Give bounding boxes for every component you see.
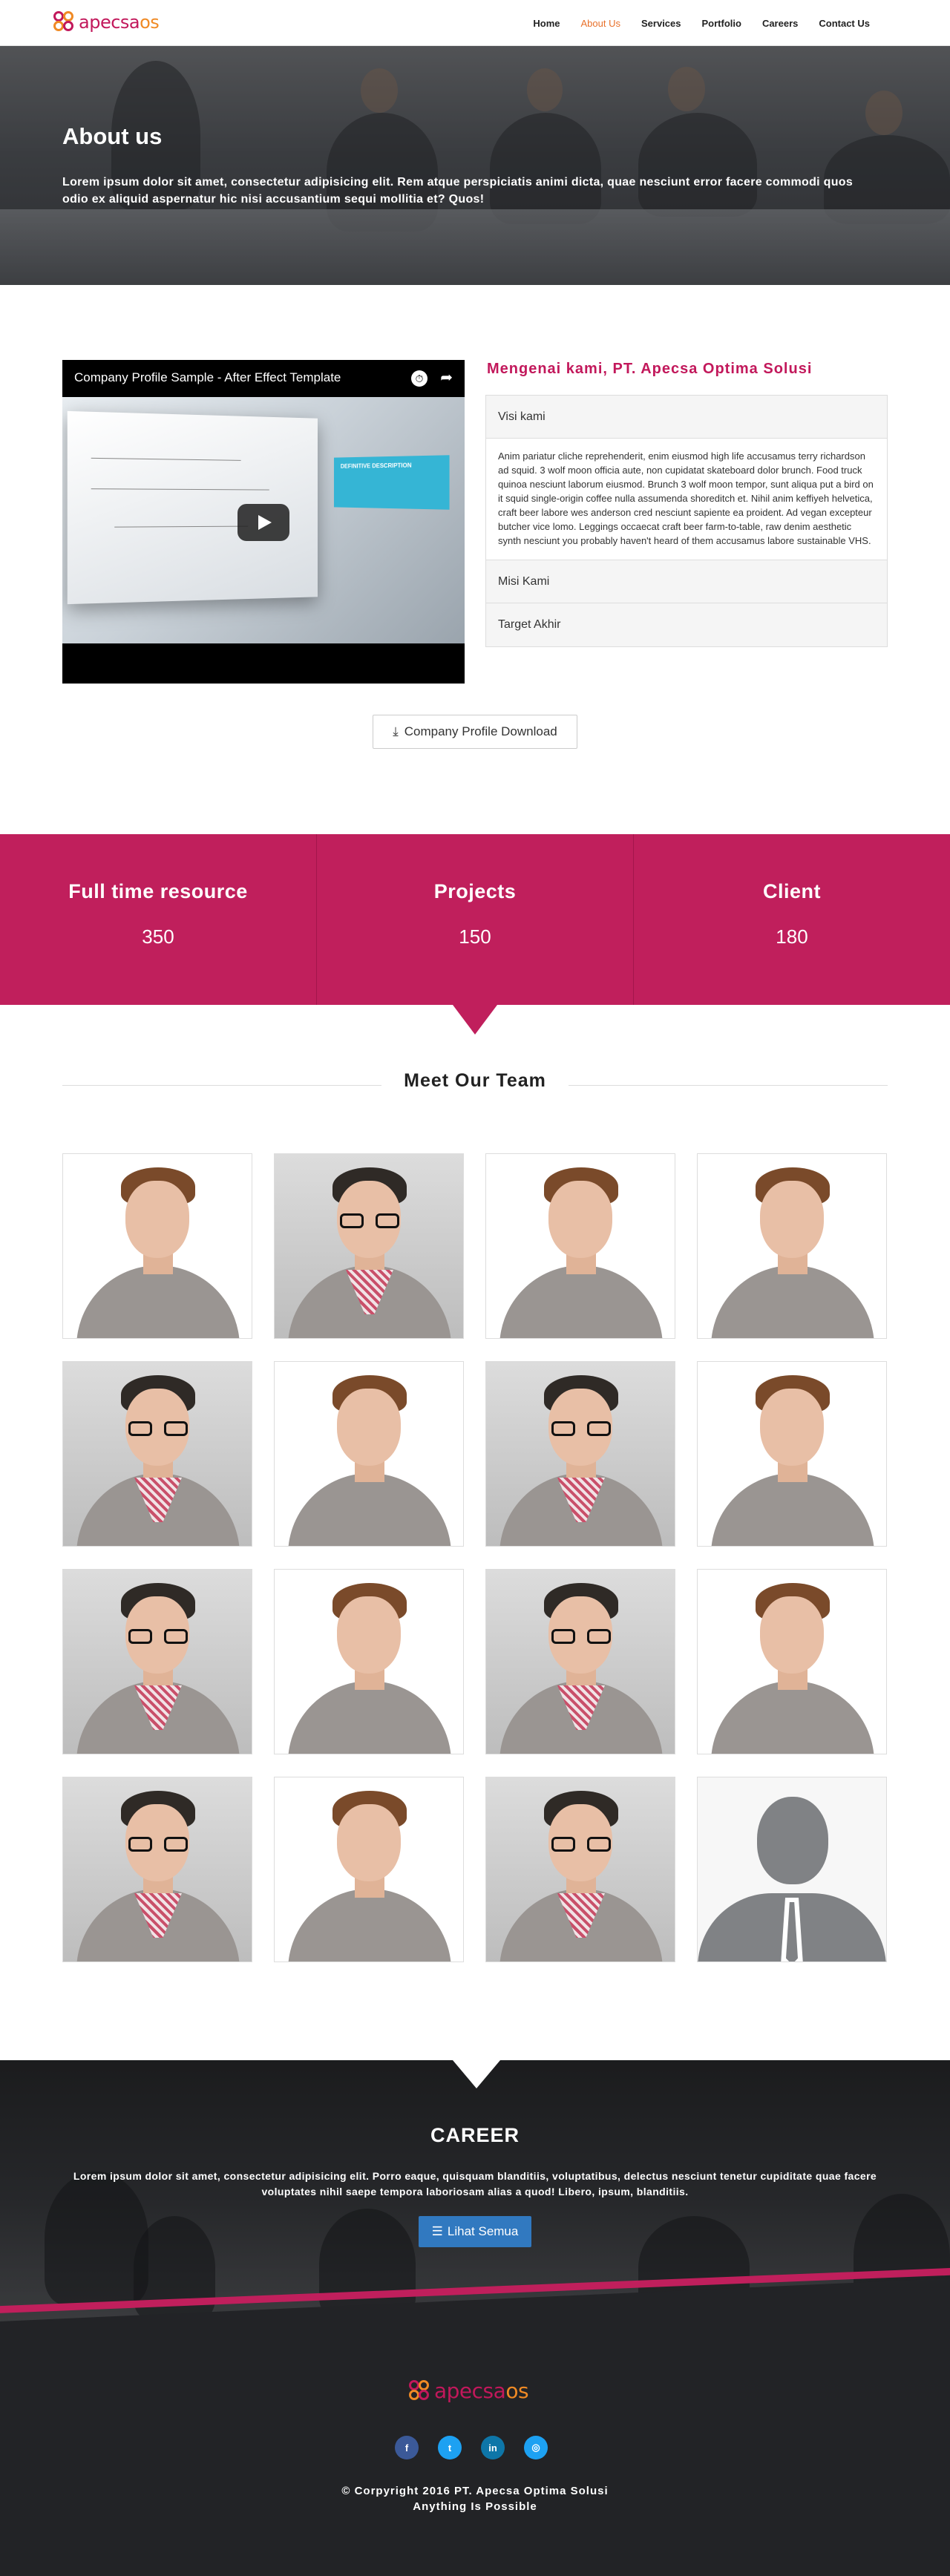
accordion-visi-kami-body: Anim pariatur cliche reprehenderit, enim… [486,439,887,560]
stat-projects: Projects 150 [317,834,634,1005]
team-member-photo[interactable] [274,1361,464,1547]
nav-portfolio[interactable]: Portfolio [702,18,741,29]
team-heading: Meet Our Team [0,1070,950,1100]
clock-icon[interactable]: ⏱ [411,370,428,387]
career-notch [453,2060,500,2088]
team-member-photo[interactable] [485,1569,675,1754]
accordion-misi-kami[interactable]: Misi Kami [486,560,887,603]
stat-value: 180 [776,925,808,948]
team-member-photo[interactable] [62,1777,252,1962]
career-section: CAREER Lorem ipsum dolor sit amet, conse… [0,2060,950,2321]
nav-home[interactable]: Home [533,18,560,29]
team-member-photo[interactable] [697,1153,887,1339]
team-member-photo[interactable] [62,1361,252,1547]
team-member-photo[interactable] [274,1569,464,1754]
stat-full-time-resource: Full time resource 350 [0,834,317,1005]
nav-about-us[interactable]: About Us [581,18,620,29]
team-member-photo[interactable] [697,1361,887,1547]
about-accordion: Visi kami Anim pariatur cliche reprehend… [485,395,888,647]
list-icon: ☰ [431,2224,443,2238]
social-links: f t in ◎ [395,2436,548,2459]
team-member-photo[interactable] [274,1153,464,1339]
logo-text: apecsaos [79,12,160,33]
team-grid [62,1153,888,1962]
footer-logo-text: apecsaos [434,2379,529,2403]
stat-label: Full time resource [68,880,248,902]
nav-careers[interactable]: Careers [762,18,798,29]
stat-value: 150 [459,925,491,948]
stat-label: Client [762,880,821,902]
team-member-photo[interactable] [697,1569,887,1754]
copyright: © Corpyright 2016 PT. Apecsa Optima Solu… [0,2483,950,2514]
company-profile-download-button[interactable]: ⤓ Company Profile Download [373,715,577,749]
play-icon[interactable] [238,504,289,541]
copyright-text: © Corpyright 2016 PT. Apecsa Optima Solu… [341,2485,609,2497]
accordion-visi-kami[interactable]: Visi kami [486,396,887,439]
nav-services[interactable]: Services [641,18,681,29]
video-banner: DEFINITIVE DESCRIPTION [333,455,450,510]
download-label: Company Profile Download [404,724,557,738]
linkedin-icon[interactable]: in [481,2436,505,2459]
accordion-target-akhir[interactable]: Target Akhir [486,603,887,646]
lihat-semua-button[interactable]: ☰ Lihat Semua [419,2216,531,2247]
download-icon: ⤓ [393,724,399,738]
team-member-photo[interactable] [62,1153,252,1339]
hero-banner: About us Lorem ipsum dolor sit amet, con… [0,46,950,285]
career-title: CAREER [430,2124,520,2146]
hero-text: Lorem ipsum dolor sit amet, consectetur … [62,176,854,206]
stat-client: Client 180 [634,834,950,1005]
page-title: About us [62,123,163,149]
team-member-photo[interactable] [274,1777,464,1962]
footer-tagline: Anything Is Possible [413,2500,537,2513]
brand-logo[interactable]: apecsaos [53,9,160,36]
instagram-icon[interactable]: ◎ [524,2436,548,2459]
team-member-photo[interactable] [62,1569,252,1754]
nav-contact-us[interactable]: Contact Us [819,18,870,29]
stat-value: 350 [142,925,174,948]
footer: apecsaos f t in ◎ © Corpyright 2016 PT. Ape… [0,2278,950,2576]
facebook-icon[interactable]: f [395,2436,419,2459]
footer-logo[interactable]: apecsaos [409,2379,529,2403]
career-text: Lorem ipsum dolor sit amet, consectetur … [73,2170,877,2198]
flower-logo-icon [409,2379,431,2402]
stat-label: Projects [433,880,517,902]
stats-arrow-pointer [453,1005,497,1035]
twitter-icon[interactable]: t [438,2436,462,2459]
team-member-photo[interactable] [485,1777,675,1962]
video-title[interactable]: Company Profile Sample - After Effect Te… [74,370,341,385]
team-member-photo[interactable] [697,1777,887,1962]
main-nav: Home About Us Services Portfolio Careers… [533,0,870,46]
team-member-photo[interactable] [485,1361,675,1547]
stats-section: Full time resource 350 Projects 150 Clie… [0,834,950,1005]
flower-logo-icon [53,11,76,33]
team-title: Meet Our Team [404,1070,546,1091]
lihat-semua-label: Lihat Semua [447,2224,519,2238]
share-icon[interactable]: ➦ [440,368,453,387]
navbar: apecsaos Home About Us Services Portfoli… [0,0,950,46]
company-profile-video[interactable]: DEFINITIVE DESCRIPTION Company Profile S… [62,360,465,684]
team-member-photo[interactable] [485,1153,675,1339]
about-title: Mengenai kami, PT. Apecsa Optima Solusi [487,361,813,377]
